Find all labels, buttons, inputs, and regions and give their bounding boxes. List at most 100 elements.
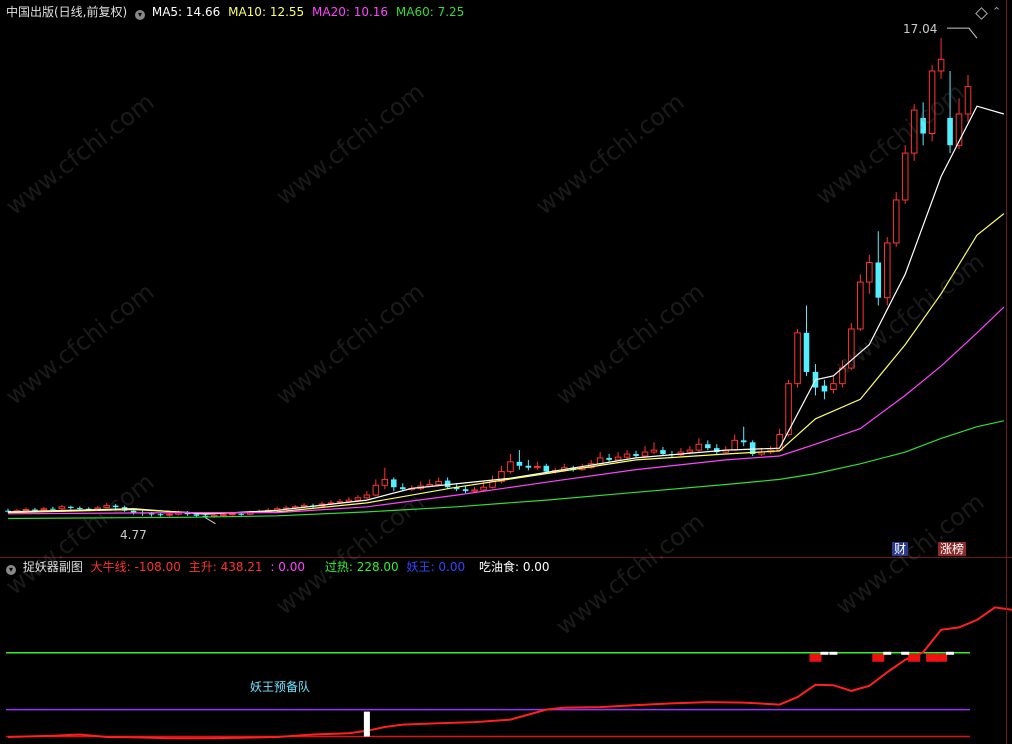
- candle-body-down: [112, 505, 119, 508]
- candle-body-up: [507, 461, 514, 473]
- candle-body-down: [157, 514, 164, 516]
- candle-body-down: [606, 457, 612, 460]
- sub-title[interactable]: 捉妖器副图: [23, 560, 83, 574]
- signal-red-block: [908, 653, 921, 662]
- candle-body-down: [821, 385, 828, 392]
- candle-body-down: [705, 444, 711, 449]
- candle-body-down: [740, 440, 747, 443]
- zhangbang-badge[interactable]: 涨榜: [938, 542, 967, 556]
- candle-body-up: [471, 489, 478, 492]
- candle-body-up: [641, 451, 649, 457]
- ma60-value: 7.25: [437, 5, 465, 19]
- ma10-value: 12.55: [269, 5, 305, 19]
- chiyoushi-value: 0.00: [522, 560, 550, 574]
- candle-body-up: [363, 494, 371, 499]
- panel-separator: [0, 557, 1012, 558]
- candle-body-down: [148, 513, 155, 515]
- candle-body-up: [695, 443, 703, 451]
- low-price-label: 4.77: [120, 528, 147, 542]
- yaowang-bar: [363, 711, 370, 737]
- daniu-label: 大牛线:: [90, 560, 131, 574]
- candle-body-down: [543, 465, 550, 472]
- candle-body-up: [892, 199, 900, 244]
- candle-body-up: [650, 449, 658, 453]
- signal-white-mark: [829, 651, 838, 655]
- candle-body-down: [68, 506, 74, 508]
- candle-body-up: [480, 486, 487, 491]
- main-candles-layer: [5, 27, 1005, 525]
- candle-body-down: [803, 332, 810, 372]
- candle-body-down: [193, 514, 200, 516]
- candle-body-up: [794, 332, 801, 385]
- signal-white-mark: [946, 651, 955, 655]
- sub-indicator-layer: [6, 606, 1012, 740]
- candle-body-up: [937, 58, 945, 72]
- daniu-value: -108.00: [134, 560, 181, 574]
- candle-body-up: [381, 478, 389, 486]
- candle-body-down: [76, 507, 83, 509]
- candle-body-up: [614, 456, 622, 461]
- low-pointer-line: [205, 517, 216, 525]
- main-header: 中国出版(日线,前复权) ▾ MA5: 14.66 MA10: 12.55 MA…: [6, 5, 464, 20]
- signal-red-block: [809, 653, 822, 662]
- zhusheng-line: [7, 606, 1012, 740]
- candle-body-down: [32, 509, 38, 511]
- ma20-label: MA20:: [312, 5, 350, 19]
- expand-icon[interactable]: ⌃: [992, 5, 1001, 18]
- zhusheng-label: 主升:: [188, 560, 217, 574]
- high-price-label: 17.04: [903, 22, 938, 36]
- candle-body-up: [22, 509, 30, 512]
- candle-body-up: [910, 109, 918, 154]
- cai-badge[interactable]: 财: [892, 542, 909, 556]
- candle-body-down: [462, 489, 469, 492]
- ma5-value: 14.66: [185, 5, 221, 19]
- blank-label: :: [270, 560, 275, 574]
- candle-body-up: [830, 383, 837, 391]
- candle-body-up: [94, 507, 102, 510]
- candle-body-down: [947, 117, 953, 146]
- candle-body-down: [525, 465, 532, 468]
- chiyoushi-label: 吃油食:: [478, 560, 519, 574]
- candle-body-up: [866, 262, 873, 283]
- candle-body-up: [435, 480, 442, 486]
- ma20-value: 10.16: [353, 5, 389, 19]
- yaowang-value: 0.00: [438, 560, 466, 574]
- candle-body-up: [623, 453, 631, 458]
- ma10-label: MA10:: [228, 5, 266, 19]
- signal-white-mark: [883, 651, 892, 655]
- chevron-down-icon[interactable]: ▾: [135, 10, 146, 20]
- candle-body-up: [103, 505, 110, 509]
- ma5-label: MA5:: [151, 5, 183, 19]
- signal-red-block: [872, 653, 885, 662]
- candle-body-up: [58, 506, 66, 510]
- high-pointer-line: [946, 27, 978, 39]
- ma60-line: [7, 420, 1005, 520]
- candle-body-up: [534, 466, 541, 469]
- candle-body-down: [391, 479, 397, 488]
- yaowang-annotation: 妖王预备队: [250, 680, 311, 694]
- zhusheng-value: 438.21: [220, 560, 263, 574]
- ma5-line: [7, 105, 1005, 515]
- guore-value: 228.00: [356, 560, 399, 574]
- candle-body-down: [660, 450, 666, 455]
- candle-body-up: [857, 281, 864, 330]
- candle-body-up: [928, 70, 936, 135]
- candle-body-up: [354, 497, 362, 501]
- signal-red-block: [935, 653, 948, 662]
- ma60-label: MA60:: [395, 5, 434, 19]
- chevron-down-icon[interactable]: ▾: [6, 565, 16, 575]
- candle-body-up: [901, 152, 909, 201]
- candle-body-up: [40, 508, 48, 511]
- candle-body-down: [516, 461, 523, 466]
- guore-label: 过热:: [324, 560, 353, 574]
- main-title[interactable]: 中国出版(日线,前复权): [6, 5, 127, 19]
- right-axis-border: [1006, 0, 1007, 744]
- chart-canvas: [5, 27, 1012, 740]
- yaowang-label: 妖王:: [406, 560, 435, 574]
- candle-body-up: [686, 449, 694, 453]
- candle-body-up: [964, 86, 972, 115]
- candle-body-down: [633, 454, 639, 456]
- sub-header: ▾ 捉妖器副图 大牛线: -108.00 主升: 438.21 : 0.00 过…: [6, 560, 550, 575]
- candle-body-up: [372, 484, 380, 496]
- candle-body-down: [875, 262, 882, 298]
